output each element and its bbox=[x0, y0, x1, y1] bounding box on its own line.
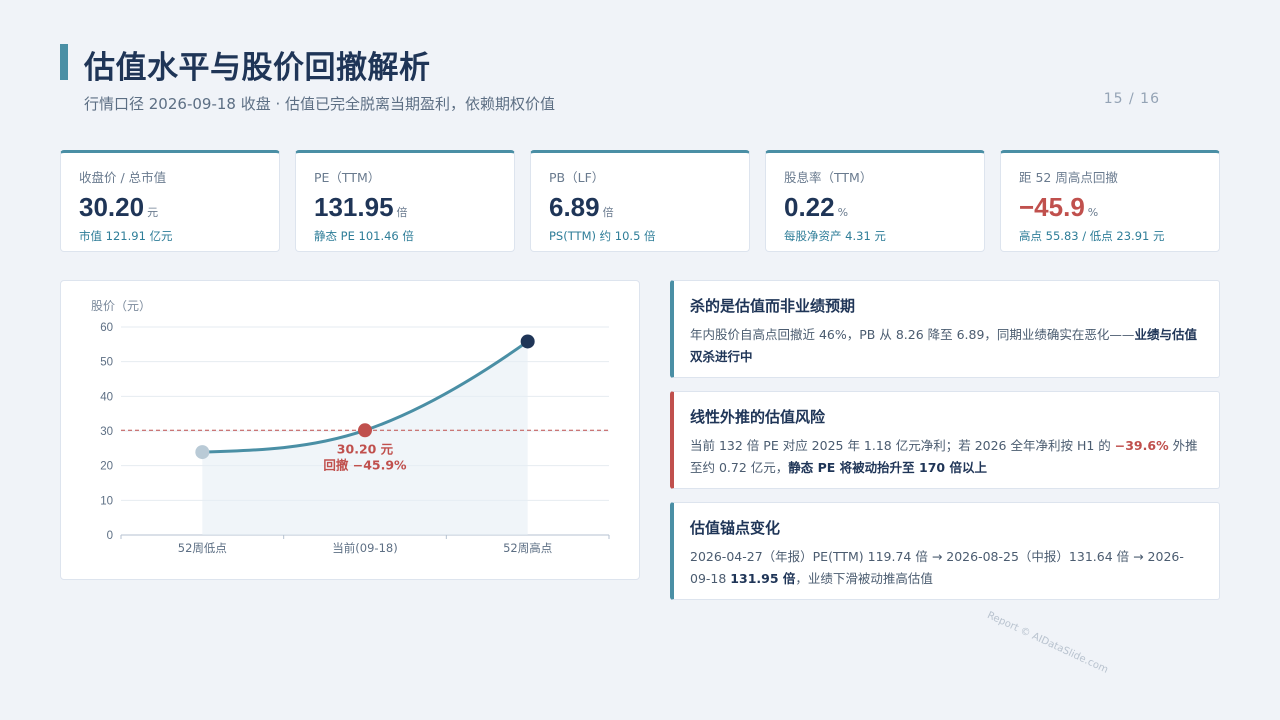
y-tick-label: 40 bbox=[100, 391, 113, 403]
insights-panel: 杀的是估值而非业绩预期 年内股价自高点回撤近 46%，PB 从 8.26 降至 … bbox=[670, 280, 1220, 613]
kpi-value: −45.9 bbox=[1019, 192, 1085, 222]
y-tick-label: 0 bbox=[107, 530, 113, 542]
insight-text: 当前 132 倍 PE 对应 2025 年 1.18 亿元净利；若 2026 全… bbox=[690, 438, 1115, 453]
kpi-value: 6.89 bbox=[549, 192, 600, 222]
insight-highlight: −39.6% bbox=[1114, 438, 1169, 453]
insight-title: 线性外推的估值风险 bbox=[690, 408, 826, 426]
kpi-unit: % bbox=[837, 206, 849, 219]
kpi-value: 30.20 bbox=[79, 192, 145, 222]
insight-text: ，业绩下滑被动推高估值 bbox=[795, 571, 933, 586]
kpi-card-dividend: 股息率（TTM） 0.22 % 每股净资产 4.31 元 bbox=[765, 150, 985, 252]
y-tick-label: 50 bbox=[100, 357, 113, 369]
y-tick-label: 60 bbox=[100, 322, 113, 334]
price-area bbox=[202, 341, 528, 535]
price-chart-card: 股价（元） 0 10 20 30 40 50 60 52周低点 当前(09-18) 52周高点 30.… bbox=[60, 280, 640, 580]
kpi-sub: 高点 55.83 / 低点 23.91 元 bbox=[1019, 229, 1165, 243]
kpi-unit: 元 bbox=[147, 206, 159, 219]
kpi-value: 131.95 bbox=[314, 192, 394, 222]
point-52w-low bbox=[195, 445, 210, 460]
kpi-label: PE（TTM） bbox=[314, 170, 381, 185]
insight-title: 估值锚点变化 bbox=[690, 519, 781, 537]
x-tick-label: 52周低点 bbox=[178, 541, 227, 555]
kpi-sub: 市值 121.91 亿元 bbox=[79, 229, 173, 243]
watermark: Report © AIDataSlide.com bbox=[985, 610, 1110, 676]
y-tick-label: 30 bbox=[100, 426, 113, 438]
kpi-unit: % bbox=[1087, 206, 1099, 219]
point-52w-high bbox=[520, 334, 535, 349]
kpi-label: 收盘价 / 总市值 bbox=[79, 170, 167, 185]
title-accent-bar bbox=[60, 44, 68, 80]
page-subtitle: 行情口径 2026-09-18 收盘 · 估值已完全脱离当期盈利，依赖期权价值 bbox=[84, 95, 556, 113]
kpi-card-pb: PB（LF） 6.89 倍 PS(TTM) 约 10.5 倍 bbox=[530, 150, 750, 252]
point-current bbox=[358, 423, 372, 438]
kpi-sub: 每股净资产 4.31 元 bbox=[784, 229, 886, 243]
x-tick-label: 当前(09-18) bbox=[332, 541, 397, 555]
kpi-row: 收盘价 / 总市值 30.20 元 市值 121.91 亿元 PE（TTM） 1… bbox=[60, 150, 1220, 252]
insight-emphasis: 静态 PE 将被动抬升至 170 倍以上 bbox=[788, 460, 987, 475]
y-axis-label: 股价（元） bbox=[91, 299, 151, 313]
kpi-label: PB（LF） bbox=[549, 170, 605, 185]
insight-title: 杀的是估值而非业绩预期 bbox=[690, 297, 856, 315]
insight-card-anchor-change: 估值锚点变化 2026-04-27（年报）PE(TTM) 119.74 倍 → … bbox=[670, 502, 1220, 600]
insight-emphasis: 131.95 倍 bbox=[730, 571, 796, 586]
kpi-unit: 倍 bbox=[396, 206, 408, 219]
y-tick-label: 10 bbox=[100, 495, 113, 507]
drawdown-annotation: 回撤 −45.9% bbox=[323, 457, 407, 472]
kpi-label: 距 52 周高点回撤 bbox=[1019, 170, 1118, 185]
page-title: 估值水平与股价回撤解析 bbox=[84, 50, 431, 86]
insight-card-extrapolation-risk: 线性外推的估值风险 当前 132 倍 PE 对应 2025 年 1.18 亿元净… bbox=[670, 391, 1220, 489]
kpi-value: 0.22 bbox=[784, 192, 835, 222]
kpi-card-pe: PE（TTM） 131.95 倍 静态 PE 101.46 倍 bbox=[295, 150, 515, 252]
insight-body: 当前 132 倍 PE 对应 2025 年 1.18 亿元净利；若 2026 全… bbox=[690, 435, 1199, 479]
y-tick-label: 20 bbox=[100, 461, 113, 473]
insight-card-valuation-kill: 杀的是估值而非业绩预期 年内股价自高点回撤近 46%，PB 从 8.26 降至 … bbox=[670, 280, 1220, 378]
page-number: 15 / 16 bbox=[1103, 91, 1160, 107]
insight-body: 2026-04-27（年报）PE(TTM) 119.74 倍 → 2026-08… bbox=[690, 546, 1199, 590]
current-price-annotation: 30.20 元 bbox=[337, 441, 394, 456]
kpi-card-price: 收盘价 / 总市值 30.20 元 市值 121.91 亿元 bbox=[60, 150, 280, 252]
price-chart: 股价（元） 0 10 20 30 40 50 60 52周低点 当前(09-18) 52周高点 30.… bbox=[91, 299, 610, 555]
kpi-sub: 静态 PE 101.46 倍 bbox=[314, 229, 414, 243]
insight-body: 年内股价自高点回撤近 46%，PB 从 8.26 降至 6.89，同期业绩确实在… bbox=[690, 324, 1199, 368]
insight-text: 年内股价自高点回撤近 46%，PB 从 8.26 降至 6.89，同期业绩确实在… bbox=[690, 327, 1135, 342]
x-tick-label: 52周高点 bbox=[503, 541, 552, 555]
kpi-unit: 倍 bbox=[602, 206, 614, 219]
kpi-card-drawdown: 距 52 周高点回撤 −45.9 % 高点 55.83 / 低点 23.91 元 bbox=[1000, 150, 1220, 252]
kpi-sub: PS(TTM) 约 10.5 倍 bbox=[549, 229, 656, 243]
kpi-label: 股息率（TTM） bbox=[784, 170, 873, 185]
